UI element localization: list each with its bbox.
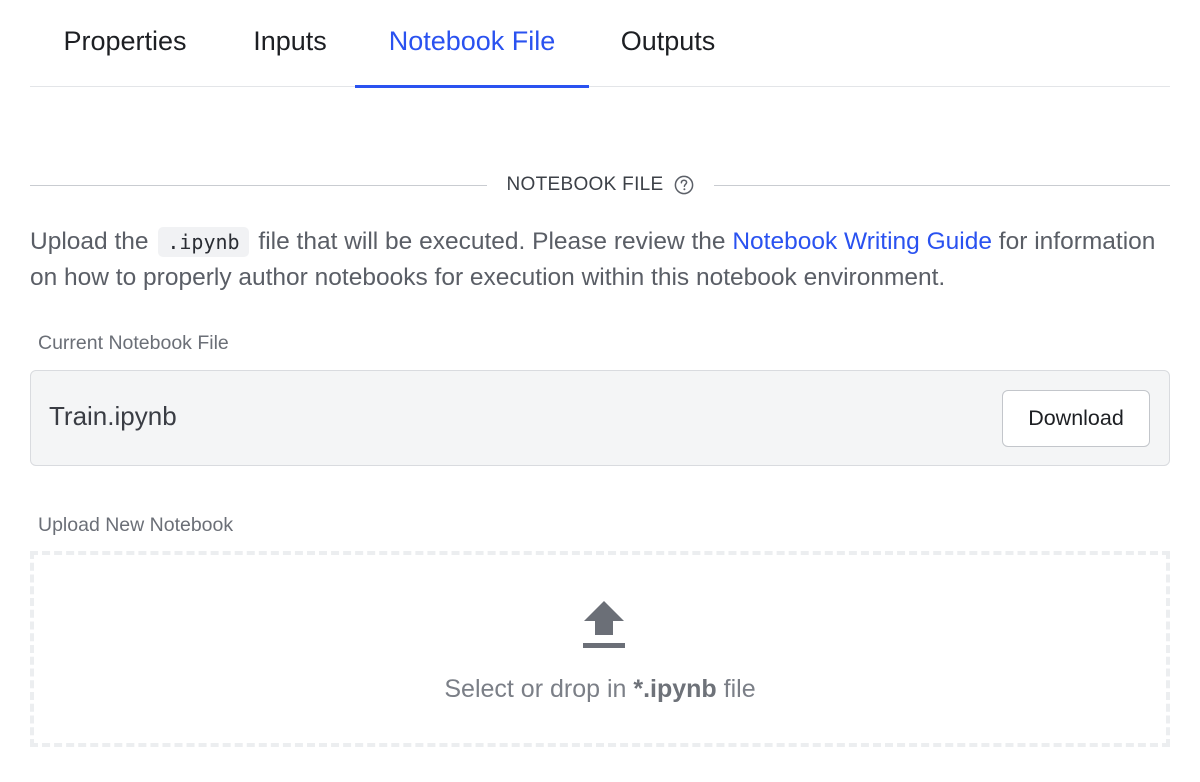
notebook-file-page: Properties Inputs Notebook File Outputs …: [0, 0, 1200, 782]
section-title-wrap: NOTEBOOK FILE: [487, 174, 714, 196]
description-part-2: file that will be executed. Please revie…: [258, 228, 726, 255]
notebook-writing-guide-link[interactable]: Notebook Writing Guide: [732, 228, 992, 255]
question-circle-icon[interactable]: [674, 175, 694, 195]
section-header: NOTEBOOK FILE: [30, 170, 1170, 200]
tab-bar: Properties Inputs Notebook File Outputs: [30, 0, 1170, 88]
divider-line-right: [713, 184, 1170, 186]
upload-dropzone[interactable]: Select or drop in *.ipynb file: [30, 551, 1170, 747]
current-notebook-label: Current Notebook File: [38, 332, 229, 354]
tab-inputs[interactable]: Inputs: [235, 0, 345, 87]
dropzone-prompt-suffix: file: [723, 675, 756, 703]
dropzone-file-pattern: *.ipynb: [633, 675, 717, 703]
dropzone-prompt: Select or drop in *.ipynb file: [34, 675, 1166, 704]
tab-properties[interactable]: Properties: [30, 0, 220, 87]
description-text: Upload the .ipynb file that will be exec…: [30, 224, 1180, 295]
current-file-panel: Train.ipynb Download: [30, 370, 1170, 466]
current-file-name: Train.ipynb: [49, 401, 177, 431]
section-title: NOTEBOOK FILE: [506, 174, 664, 195]
dropzone-prompt-prefix: Select or drop in: [444, 675, 627, 703]
download-button[interactable]: Download: [1002, 390, 1150, 447]
description-part-1: Upload the: [30, 228, 149, 255]
tab-outputs[interactable]: Outputs: [604, 0, 732, 87]
upload-notebook-label: Upload New Notebook: [38, 514, 234, 536]
tab-notebook-file[interactable]: Notebook File: [355, 0, 589, 88]
upload-icon: [582, 599, 626, 649]
file-extension-code: .ipynb: [158, 227, 249, 257]
divider-line-left: [30, 184, 487, 186]
